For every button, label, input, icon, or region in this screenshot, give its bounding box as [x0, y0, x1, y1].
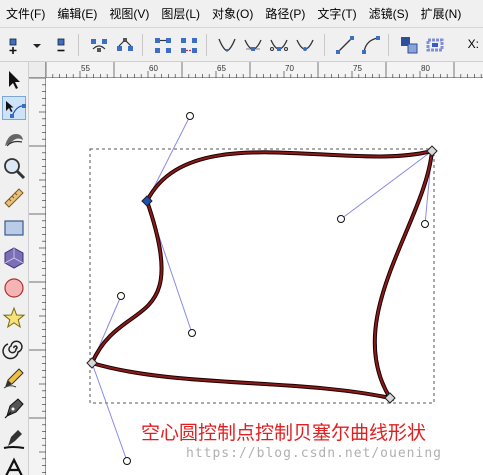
ruler-label: 60: [149, 64, 158, 73]
node-smooth-icon[interactable]: [242, 34, 264, 56]
toolbar-separator: [78, 34, 79, 56]
toolbar-separator: [206, 34, 207, 56]
toolbar-separator: [142, 34, 143, 56]
join-nodes-icon[interactable]: [88, 34, 110, 56]
handle-line: [91, 362, 128, 462]
menu-extensions[interactable]: 扩展(N): [415, 0, 468, 28]
delete-segment-icon[interactable]: [178, 34, 200, 56]
menu-file[interactable]: 文件(F): [0, 0, 51, 28]
stroke-to-path-icon[interactable]: [424, 34, 446, 56]
segment-line-icon[interactable]: [334, 34, 356, 56]
vertical-ruler-ticks: [29, 78, 46, 473]
control-point-handle: [117, 292, 125, 300]
menu-path[interactable]: 路径(P): [259, 0, 311, 28]
control-point-handle: [421, 220, 429, 228]
horizontal-ruler-ticks: [46, 62, 482, 78]
menu-bar: 文件(F) 编辑(E) 视图(V) 图层(L) 对象(O) 路径(P) 文字(T…: [0, 0, 483, 28]
ruler-label: 80: [421, 64, 430, 73]
menu-filters[interactable]: 滤镜(S): [363, 0, 415, 28]
box-3d-icon[interactable]: [2, 246, 26, 270]
insert-node-icon[interactable]: [2, 34, 24, 56]
text-icon[interactable]: [2, 456, 26, 475]
control-point-handle: [337, 215, 345, 223]
object-to-path-icon[interactable]: [398, 34, 420, 56]
handle-lines: [91, 115, 433, 462]
selection-bounding-box: [89, 148, 435, 404]
x-coordinate-label: X:: [467, 37, 479, 51]
vertical-ruler[interactable]: [29, 78, 46, 475]
node-auto-icon[interactable]: [294, 34, 316, 56]
ruler-label: 75: [353, 64, 362, 73]
menu-edit[interactable]: 编辑(E): [51, 0, 103, 28]
node-symmetric-icon[interactable]: [268, 34, 290, 56]
control-point-handle: [188, 329, 196, 337]
calligraphy-icon[interactable]: [2, 426, 26, 450]
path-node: [426, 145, 438, 157]
bezier-path: [90, 149, 434, 400]
menu-view[interactable]: 视图(V): [103, 0, 155, 28]
pen-icon[interactable]: [2, 396, 26, 420]
control-points: [117, 112, 429, 465]
control-point-handle: [186, 112, 194, 120]
ruler-label: 70: [285, 64, 294, 73]
toolbar-separator: [324, 34, 325, 56]
path-nodes: [86, 145, 438, 404]
ruler-label: 55: [81, 64, 90, 73]
tweak-icon[interactable]: [2, 126, 26, 150]
bezier-path-outline: [89, 148, 435, 401]
drawing-canvas[interactable]: 空心圆控制点控制贝塞尔曲线形状 https://blog.csdn.net/ou…: [46, 78, 483, 475]
ruler-corner: [29, 62, 46, 78]
selector-icon[interactable]: [2, 68, 26, 92]
handle-line: [340, 150, 433, 220]
segment-curve-icon[interactable]: [360, 34, 382, 56]
menu-layer[interactable]: 图层(L): [155, 0, 206, 28]
break-path-icon[interactable]: [114, 34, 136, 56]
tool-palette: [0, 62, 29, 475]
watermark-text: https://blog.csdn.net/ouening: [186, 446, 442, 461]
delete-node-icon[interactable]: [50, 34, 72, 56]
ellipse-icon[interactable]: [2, 276, 26, 300]
toolbar-separator: [388, 34, 389, 56]
node-editor-icon[interactable]: [2, 96, 26, 120]
join-segment-icon[interactable]: [152, 34, 174, 56]
control-point-handle: [123, 457, 131, 465]
ruler-label: 65: [217, 64, 226, 73]
measure-icon[interactable]: [2, 186, 26, 210]
spiral-icon[interactable]: [2, 336, 26, 360]
horizontal-ruler[interactable]: 55 60 65 70 75 80: [46, 62, 483, 78]
menu-object[interactable]: 对象(O): [206, 0, 259, 28]
menu-text[interactable]: 文字(T): [311, 0, 362, 28]
star-icon[interactable]: [2, 306, 26, 330]
zoom-icon[interactable]: [2, 156, 26, 180]
pencil-icon[interactable]: [2, 366, 26, 390]
node-tool-controls: X:: [0, 28, 483, 62]
canvas-caption: 空心圆控制点控制贝塞尔曲线形状: [141, 422, 427, 444]
rectangle-icon[interactable]: [2, 216, 26, 240]
node-cusp-icon[interactable]: [216, 34, 238, 56]
dropdown-icon[interactable]: [26, 34, 41, 56]
